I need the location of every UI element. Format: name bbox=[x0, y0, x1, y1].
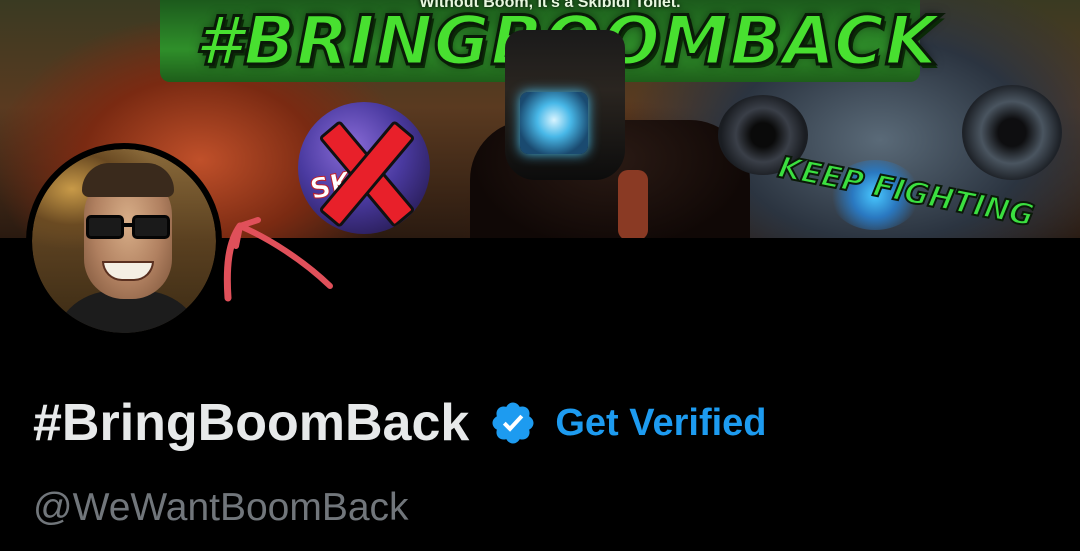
display-name: #BringBoomBack bbox=[33, 394, 470, 452]
banner-speaker-right bbox=[962, 85, 1062, 180]
banner-robot-eye bbox=[520, 92, 588, 154]
banner-robot-arm bbox=[618, 170, 648, 238]
avatar-image bbox=[32, 149, 216, 333]
profile-page: Without Boom, It's a Skibidi Toilet. #BR… bbox=[0, 0, 1080, 551]
profile-name-row: #BringBoomBack Get Verified bbox=[33, 388, 767, 458]
get-verified-link[interactable]: Get Verified bbox=[555, 402, 766, 445]
verified-badge-icon[interactable] bbox=[489, 399, 537, 447]
avatar-hair bbox=[82, 163, 174, 197]
avatar-glasses-lens-left bbox=[86, 215, 124, 239]
avatar-glasses bbox=[82, 215, 174, 241]
profile-handle: @WeWantBoomBack bbox=[33, 486, 409, 529]
profile-avatar[interactable] bbox=[26, 143, 222, 339]
red-arrow-annotation-icon bbox=[223, 217, 333, 302]
avatar-glasses-lens-right bbox=[132, 215, 170, 239]
